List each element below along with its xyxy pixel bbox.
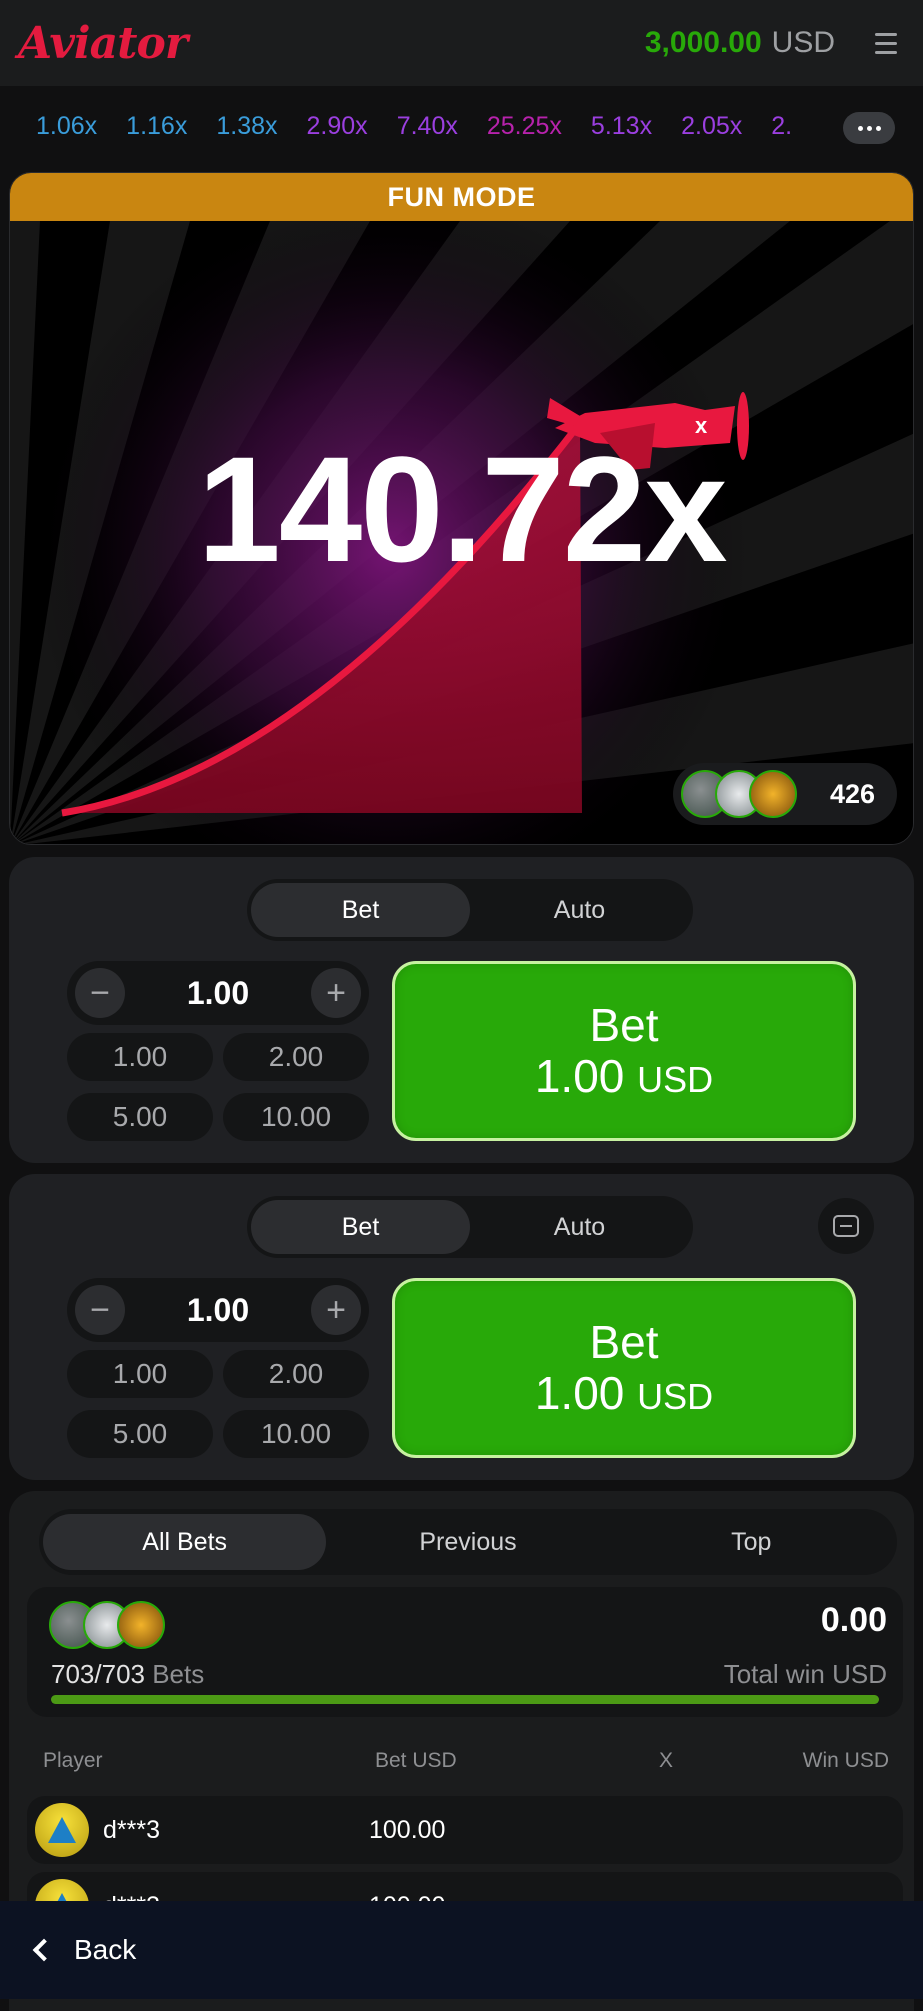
- balance-amount: 3,000.00: [644, 26, 762, 59]
- bets-count: 703/703 Bets: [51, 1659, 204, 1690]
- total-win-value: 0.00: [820, 1601, 887, 1639]
- remove-panel-icon[interactable]: [818, 1198, 874, 1254]
- avatar: [749, 770, 797, 818]
- history-item: 2.05x: [681, 111, 743, 140]
- online-players[interactable]: 426: [673, 763, 897, 825]
- bets-progress-bar: [51, 1695, 879, 1704]
- bet-mode-tabs: Bet Auto: [247, 1196, 693, 1258]
- history-item: 2.90x: [306, 111, 368, 140]
- balance-currency: USD: [771, 26, 835, 59]
- multiplier-history: 1.06x 1.16x 1.38x 2.90x 7.40x 25.25x 5.1…: [0, 86, 923, 166]
- bet-button-currency: USD: [637, 1059, 714, 1100]
- table-header: Player Bet USD X Win USD: [43, 1749, 889, 1779]
- history-item: 1.06x: [36, 111, 98, 140]
- bet-mode-tabs: Bet Auto: [247, 879, 693, 941]
- balance: 3,000.00 USD: [645, 26, 905, 60]
- tab-previous[interactable]: Previous: [326, 1514, 609, 1570]
- plus-icon[interactable]: +: [311, 968, 361, 1018]
- place-bet-button[interactable]: Bet 1.00 USD: [392, 1278, 856, 1458]
- bet-button-amount: 1.00: [534, 1050, 625, 1102]
- chevron-left-icon: [32, 1938, 56, 1962]
- minus-icon[interactable]: −: [75, 1285, 125, 1335]
- bet-button-label: Bet: [589, 1316, 659, 1369]
- bet-value: 100.00: [369, 1816, 446, 1844]
- minus-icon[interactable]: −: [75, 968, 125, 1018]
- bet-amount-input[interactable]: 1.00: [187, 975, 249, 1012]
- col-bet: Bet USD: [375, 1749, 457, 1772]
- tab-auto[interactable]: Auto: [470, 1200, 689, 1254]
- quick-amount-button[interactable]: 1.00: [67, 1350, 213, 1398]
- history-item: 25.25x: [486, 111, 562, 140]
- avatar: [35, 1803, 89, 1857]
- quick-amount-button[interactable]: 5.00: [67, 1410, 213, 1458]
- bet-button-amount: 1.00: [534, 1367, 625, 1419]
- history-item: 2.: [771, 111, 793, 140]
- fun-mode-banner: FUN MODE: [10, 173, 913, 221]
- col-win: Win USD: [802, 1749, 889, 1772]
- amount-stepper: − 1.00 +: [67, 1278, 369, 1342]
- top-bar: Aviator 3,000.00 USD: [0, 0, 923, 86]
- total-win-label: Total win USD: [723, 1659, 887, 1689]
- bet-panel-1: Bet Auto − 1.00 + 1.00 2.00 5.00 10.00 B…: [9, 857, 914, 1163]
- quick-amount-button[interactable]: 10.00: [223, 1410, 369, 1458]
- bets-tabs: All Bets Previous Top: [39, 1509, 897, 1575]
- tab-bet[interactable]: Bet: [251, 883, 470, 937]
- tab-all-bets[interactable]: All Bets: [43, 1514, 327, 1570]
- col-player: Player: [43, 1749, 103, 1772]
- history-item: 1.16x: [126, 111, 188, 140]
- avatar: [117, 1601, 165, 1649]
- table-row: d***3 100.00: [27, 1796, 903, 1864]
- players-count: 426: [829, 778, 875, 809]
- quick-amount-button[interactable]: 2.00: [223, 1033, 369, 1081]
- tab-bet[interactable]: Bet: [251, 1200, 470, 1254]
- plus-icon[interactable]: +: [311, 1285, 361, 1335]
- progress-fill: [51, 1695, 879, 1704]
- player-name: d***3: [103, 1816, 160, 1844]
- back-label: Back: [74, 1934, 137, 1965]
- current-multiplier: 140.72x: [197, 425, 727, 593]
- bet-amount-input[interactable]: 1.00: [187, 1292, 249, 1329]
- amount-stepper: − 1.00 +: [67, 961, 369, 1025]
- more-dots-icon[interactable]: [843, 112, 895, 144]
- bet-panel-2: Bet Auto − 1.00 + 1.00 2.00 5.00 10.00 B…: [9, 1174, 914, 1480]
- tab-auto[interactable]: Auto: [470, 883, 689, 937]
- tab-top[interactable]: Top: [610, 1514, 893, 1570]
- bet-button-label: Bet: [589, 999, 659, 1052]
- quick-amount-button[interactable]: 2.00: [223, 1350, 369, 1398]
- history-item: 5.13x: [590, 111, 653, 140]
- history-item: 1.38x: [216, 111, 278, 140]
- col-x: X: [659, 1749, 674, 1772]
- history-item: 7.40x: [396, 111, 458, 140]
- hamburger-menu-icon[interactable]: [875, 32, 905, 54]
- bets-count-label: Bets: [152, 1659, 205, 1689]
- place-bet-button[interactable]: Bet 1.00 USD: [392, 961, 856, 1141]
- quick-amount-button[interactable]: 5.00: [67, 1093, 213, 1141]
- quick-amount-button[interactable]: 1.00: [67, 1033, 213, 1081]
- bets-summary: 703/703 Bets 0.00 Total win USD: [27, 1587, 903, 1717]
- quick-amount-button[interactable]: 10.00: [223, 1093, 369, 1141]
- aviator-logo[interactable]: Aviator: [18, 18, 188, 69]
- bets-count-value: 703/703: [51, 1659, 145, 1689]
- bet-button-currency: USD: [637, 1376, 714, 1417]
- back-button[interactable]: Back: [0, 1901, 923, 1999]
- game-area: FUN MODE x 140.72x 426: [9, 172, 914, 845]
